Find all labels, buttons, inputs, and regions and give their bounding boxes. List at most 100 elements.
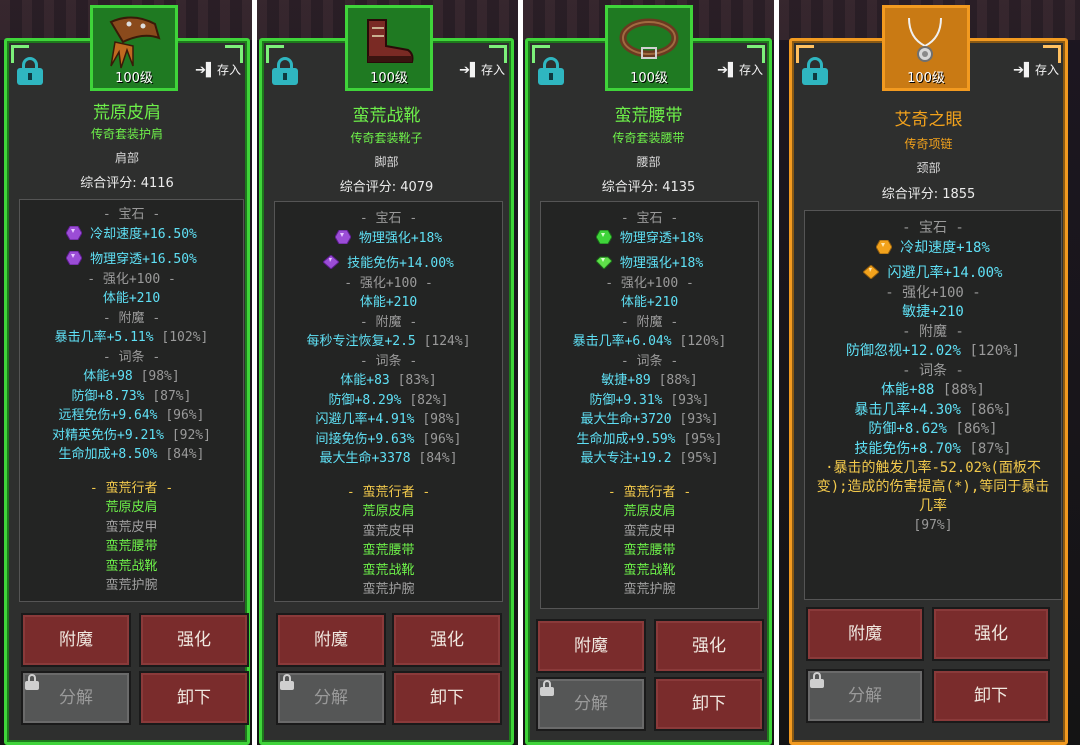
item-icon-frame[interactable]: 100级: [345, 5, 433, 91]
lock-icon[interactable]: [272, 57, 298, 85]
gem-stat: 闪避几率+14.00%: [805, 264, 1061, 284]
affix-stat: 防御+9.31% [93%]: [589, 392, 710, 408]
affix-stat: 生命加成+8.50% [84%]: [58, 447, 205, 462]
set-item: 蛮荒战靴: [362, 562, 415, 578]
item-level: 100级: [370, 71, 408, 86]
affix-stat: 防御+8.29% [82%]: [328, 392, 449, 408]
item-icon-frame[interactable]: 100级: [90, 5, 178, 91]
unequip-button[interactable]: 卸下: [392, 671, 502, 725]
set-name: - 蛮荒行者 -: [607, 484, 692, 500]
green-gem-icon: [595, 229, 612, 244]
legendary-effect: ·暴击的触发几率-52.02%(面板不变);造成的伤害提高(*),等同于暴击几率: [816, 460, 1050, 514]
item-panel: ➔▌存入 100级 蛮荒腰带 传奇套装腰带 腰部 综合评分: 4135 - 宝石…: [525, 5, 772, 745]
enhance-stat: 敏捷+210: [902, 304, 964, 320]
set-name: - 蛮荒行者 -: [89, 480, 174, 496]
enhance-header: - 强化+100 -: [87, 271, 176, 287]
dismantle-button[interactable]: 分解: [536, 677, 646, 731]
lock-icon[interactable]: [17, 57, 43, 85]
item-rarity: 传奇套装腰带: [612, 131, 685, 145]
stats-panel: - 宝石 - 物理穿透+18% 物理强化+18% - 强化+100 - 体能+2…: [540, 201, 759, 609]
affix-header: - 词条 -: [620, 353, 679, 369]
set-item: 蛮荒腰带: [623, 543, 676, 558]
enchant-button[interactable]: 附魔: [276, 613, 386, 667]
item-icon-frame[interactable]: 100级: [605, 5, 693, 91]
set-item: 荒原皮肩: [105, 500, 158, 515]
lock-icon: [25, 674, 39, 690]
affix-stat: 体能+98 [98%]: [83, 369, 180, 384]
item-level: 100级: [907, 71, 945, 86]
enhance-stat: 体能+210: [620, 295, 679, 310]
affix-stat: 敏捷+89 [88%]: [601, 373, 698, 388]
item-score: 综合评分: 4079: [339, 180, 434, 195]
purple-gem-icon: [323, 255, 340, 269]
item-level: 100级: [630, 71, 668, 86]
set-name: - 蛮荒行者 -: [346, 484, 431, 500]
affix-header: - 词条 -: [902, 362, 964, 379]
orange-gem-icon: [876, 239, 893, 254]
set-item: 荒原皮肩: [362, 504, 415, 519]
item-card-shoulder: ➔▌存入 100级 荒原皮肩 传奇套装护肩 肩部 综合评分: 4116 - 宝石…: [0, 0, 252, 745]
gem-header: - 宝石 -: [902, 220, 964, 236]
store-button[interactable]: ➔▌存入: [195, 61, 241, 78]
affix-stat: 防御+8.73% [87%]: [71, 388, 192, 404]
affix-stat: 远程免伤+9.64% [96%]: [58, 408, 205, 423]
dismantle-button[interactable]: 分解: [806, 669, 924, 723]
affix-header: - 词条 -: [359, 353, 418, 369]
set-item: 蛮荒腰带: [105, 539, 158, 554]
item-panel: ➔▌存入 100级 蛮荒战靴 传奇套装靴子 脚部 综合评分: 4079 - 宝石…: [259, 5, 514, 745]
lock-icon[interactable]: [538, 57, 564, 85]
gem-header: - 宝石 -: [359, 211, 418, 226]
affix-stat: 闪避几率+4.91% [98%]: [315, 412, 462, 427]
item-card-belt: ➔▌存入 100级 蛮荒腰带 传奇套装腰带 腰部 综合评分: 4135 - 宝石…: [523, 0, 774, 745]
item-icon-frame[interactable]: 100级: [882, 5, 970, 91]
enhance-header: - 强化+100 -: [885, 284, 981, 301]
enhance-button[interactable]: 强化: [932, 607, 1050, 661]
set-item: 蛮荒皮甲: [362, 523, 415, 539]
unequip-button[interactable]: 卸下: [654, 677, 764, 731]
set-item: 蛮荒皮甲: [105, 519, 158, 535]
enchant-header: - 附魔 -: [902, 323, 964, 340]
enchant-button[interactable]: 附魔: [536, 619, 646, 673]
lock-icon[interactable]: [802, 57, 828, 85]
affix-stat: 生命加成+9.59% [95%]: [576, 431, 723, 447]
enchant-button[interactable]: 附魔: [21, 613, 131, 667]
dismantle-button[interactable]: 分解: [276, 671, 386, 725]
set-item: 蛮荒护腕: [105, 578, 158, 593]
unequip-button[interactable]: 卸下: [932, 669, 1050, 723]
set-item: 蛮荒战靴: [105, 558, 158, 574]
green-gem-icon: [595, 256, 612, 269]
store-button[interactable]: ➔▌存入: [459, 61, 505, 78]
gem-stat: 冷却速度+18%: [805, 239, 1061, 259]
store-arrow-icon: ➔▌: [195, 63, 216, 78]
affix-header: - 词条 -: [102, 349, 161, 365]
item-panel: ➔▌存入 100级 荒原皮肩 传奇套装护肩 肩部 综合评分: 4116 - 宝石…: [4, 5, 250, 745]
gem-header: - 宝石 -: [620, 211, 679, 226]
belt-icon: [619, 18, 679, 59]
unequip-button[interactable]: 卸下: [139, 671, 249, 725]
necklace-icon: [908, 17, 942, 62]
orange-gem-icon: [863, 265, 880, 279]
boots-icon: [367, 19, 414, 63]
enhance-button[interactable]: 强化: [654, 619, 764, 673]
store-button[interactable]: ➔▌存入: [1013, 61, 1059, 78]
enchant-stat: 暴击几率+5.11% [102%]: [54, 330, 209, 345]
dismantle-button[interactable]: 分解: [21, 671, 131, 725]
store-button[interactable]: ➔▌存入: [717, 61, 763, 78]
set-item: 蛮荒战靴: [623, 562, 676, 578]
enhance-button[interactable]: 强化: [392, 613, 502, 667]
enhance-button[interactable]: 强化: [139, 613, 249, 667]
gem-stat: 物理强化+18%: [275, 229, 502, 249]
enchant-button[interactable]: 附魔: [806, 607, 924, 661]
enchant-stat: 暴击几率+6.04% [120%]: [572, 334, 727, 349]
gem-stat: 冷却速度+16.50%: [20, 225, 243, 245]
item-score: 综合评分: 4135: [601, 180, 696, 195]
lock-icon: [280, 674, 294, 690]
item-rarity: 传奇套装护肩: [90, 127, 163, 141]
enchant-stat: 防御忽视+12.02% [120%]: [845, 343, 1021, 359]
legendary-effect-pct: [97%]: [913, 518, 953, 533]
item-rarity: 传奇套装靴子: [350, 131, 423, 145]
gem-stat: 物理穿透+18%: [541, 229, 758, 249]
item-name: 蛮荒腰带: [614, 106, 683, 126]
shoulder-pad-icon: [109, 16, 161, 69]
stats-panel: - 宝石 - 物理强化+18% 技能免伤+14.00% - 强化+100 - 体…: [274, 201, 503, 602]
